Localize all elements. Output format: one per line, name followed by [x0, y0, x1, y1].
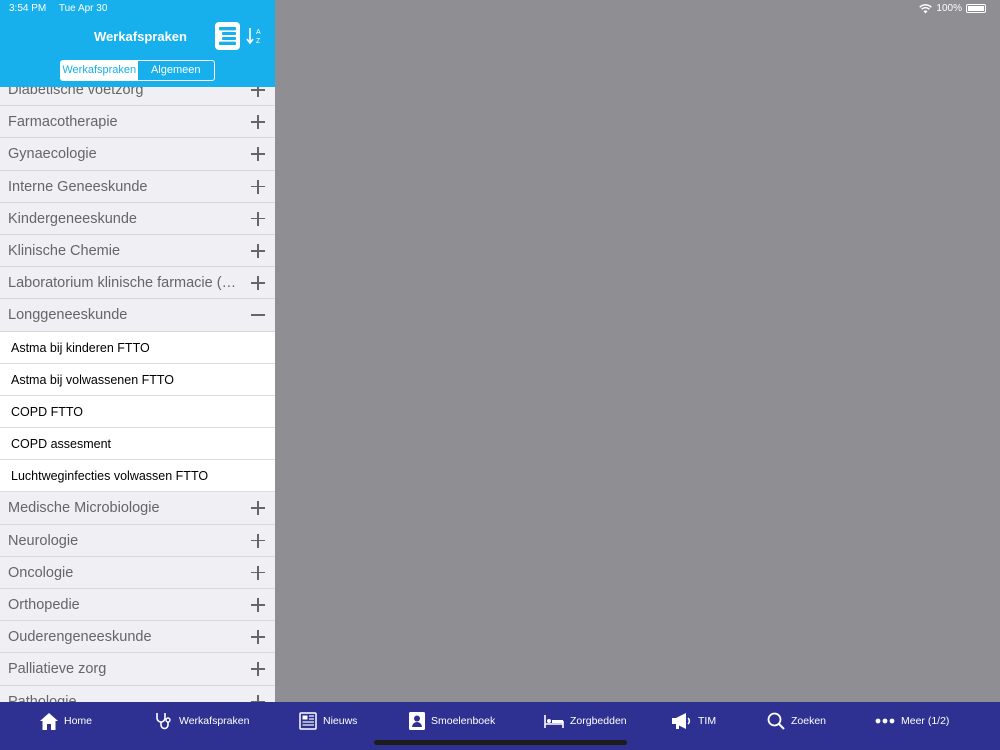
collapse-icon[interactable]	[251, 299, 265, 330]
category-label: Laboratorium klinische farmacie (ziekenh…	[8, 275, 238, 292]
category-row[interactable]: Kindergeneeskunde	[0, 202, 275, 235]
svg-text:Z: Z	[256, 38, 261, 45]
page-title: Werkafspraken	[94, 29, 187, 44]
expand-icon[interactable]	[251, 525, 265, 556]
category-label: Neurologie	[8, 532, 79, 549]
category-label: Klinische Chemie	[8, 242, 121, 259]
svg-text:A: A	[256, 29, 261, 36]
wifi-icon	[919, 3, 933, 13]
tab-nieuws[interactable]: Nieuws	[299, 702, 409, 740]
category-label: Gynaecologie	[8, 146, 97, 163]
sub-item[interactable]: COPD FTTO	[0, 395, 275, 429]
category-row[interactable]: Oncologie	[0, 556, 275, 589]
category-label: Longgeneeskunde	[8, 307, 128, 324]
category-row[interactable]: Klinische Chemie	[0, 234, 275, 268]
category-label: Pathologie	[8, 693, 77, 702]
status-date: Tue Apr 30	[58, 3, 108, 14]
expand-icon[interactable]	[251, 203, 265, 234]
header: 3:54 PM Tue Apr 30 Werkafspraken A Z Wer…	[0, 0, 275, 87]
expand-icon[interactable]	[251, 589, 265, 620]
category-label: Interne Geneeskunde	[8, 178, 148, 195]
list-view-button[interactable]	[215, 22, 240, 50]
battery-percent: 100%	[936, 3, 962, 14]
home-icon	[40, 712, 64, 730]
tab-label: Smoelenboek	[431, 715, 496, 727]
battery-icon	[966, 4, 986, 13]
sidebar: Diabetische voetzorg Farmacotherapie Gynae…	[0, 0, 275, 702]
expand-icon[interactable]	[251, 492, 265, 523]
stethoscope-icon	[155, 712, 179, 730]
newspaper-icon	[299, 712, 323, 730]
status-time: 3:54 PM	[9, 3, 47, 14]
contact-book-icon	[409, 712, 431, 730]
category-row[interactable]: Interne Geneeskunde	[0, 170, 275, 203]
category-row[interactable]: Gynaecologie	[0, 138, 275, 171]
category-label: Kindergeneeskunde	[8, 210, 137, 227]
tab-smoelenboek[interactable]: Smoelenboek	[409, 702, 544, 740]
tab-home[interactable]: Home	[40, 702, 155, 740]
category-row[interactable]: Farmacotherapie	[0, 106, 275, 139]
tab-label: Zoeken	[791, 715, 827, 727]
bed-icon	[544, 713, 570, 729]
category-list: Diabetische voetzorg Farmacotherapie Gynae…	[0, 74, 275, 702]
sub-item[interactable]: Astma bij kinderen FTTO	[0, 331, 275, 364]
category-row[interactable]: Orthopedie	[0, 589, 275, 622]
category-row[interactable]: Neurologie	[0, 524, 275, 557]
tab-zorgbedden[interactable]: Zorgbedden	[544, 702, 672, 740]
expand-icon[interactable]	[251, 653, 265, 684]
tab-meer[interactable]: Meer (1/2)	[875, 702, 995, 740]
segment-algemeen[interactable]: Algemeen	[138, 61, 215, 80]
list-view-icon	[219, 27, 236, 45]
category-row[interactable]: Longgeneeskunde	[0, 299, 275, 332]
expand-icon[interactable]	[251, 171, 265, 202]
expand-icon[interactable]	[251, 557, 265, 588]
category-label: Oncologie	[8, 564, 74, 581]
expand-icon[interactable]	[251, 138, 265, 169]
category-row[interactable]: Ouderengeneeskunde	[0, 621, 275, 654]
expand-icon[interactable]	[251, 235, 265, 266]
tab-label: Meer (1/2)	[901, 715, 950, 727]
tab-label: Home	[64, 715, 93, 727]
segment-werkafspraken[interactable]: Werkafspraken	[61, 61, 138, 80]
tab-tim[interactable]: TIM	[672, 702, 767, 740]
category-row[interactable]: Palliatieve zorg	[0, 653, 275, 686]
segmented-control: Werkafspraken Algemeen	[60, 60, 215, 81]
expand-icon[interactable]	[251, 621, 265, 652]
category-label: Medische Microbiologie	[8, 500, 160, 517]
expand-icon[interactable]	[251, 686, 265, 702]
category-label: Farmacotherapie	[8, 114, 118, 131]
sub-item[interactable]: Astma bij volwassenen FTTO	[0, 363, 275, 396]
category-label: Palliatieve zorg	[8, 661, 107, 678]
tab-zoeken[interactable]: Zoeken	[767, 702, 875, 740]
sort-az-icon: A Z	[246, 28, 261, 45]
expand-icon[interactable]	[251, 267, 265, 298]
category-row[interactable]: Laboratorium klinische farmacie (ziekenh…	[0, 267, 275, 300]
sub-item[interactable]: Luchtweginfecties volwassen FTTO	[0, 460, 275, 493]
category-row[interactable]: Medische Microbiologie	[0, 492, 275, 525]
sort-button[interactable]: A Z	[246, 26, 264, 46]
search-icon	[767, 712, 791, 730]
tab-label: TIM	[698, 715, 717, 727]
status-bar-right: 100%	[919, 3, 986, 14]
status-bar-left: 3:54 PM Tue Apr 30	[9, 3, 117, 14]
home-indicator[interactable]	[374, 740, 627, 745]
tab-label: Zorgbedden	[570, 715, 627, 727]
tab-werkafspraken[interactable]: Werkafspraken	[155, 702, 299, 740]
more-icon	[875, 718, 901, 724]
category-row[interactable]: Pathologie	[0, 685, 275, 702]
expand-icon[interactable]	[251, 106, 265, 137]
megaphone-icon	[672, 713, 698, 729]
tab-label: Werkafspraken	[179, 715, 250, 727]
sub-item[interactable]: COPD assesment	[0, 428, 275, 461]
category-label: Ouderengeneeskunde	[8, 629, 152, 646]
category-label: Orthopedie	[8, 597, 80, 613]
tab-label: Nieuws	[323, 715, 358, 727]
